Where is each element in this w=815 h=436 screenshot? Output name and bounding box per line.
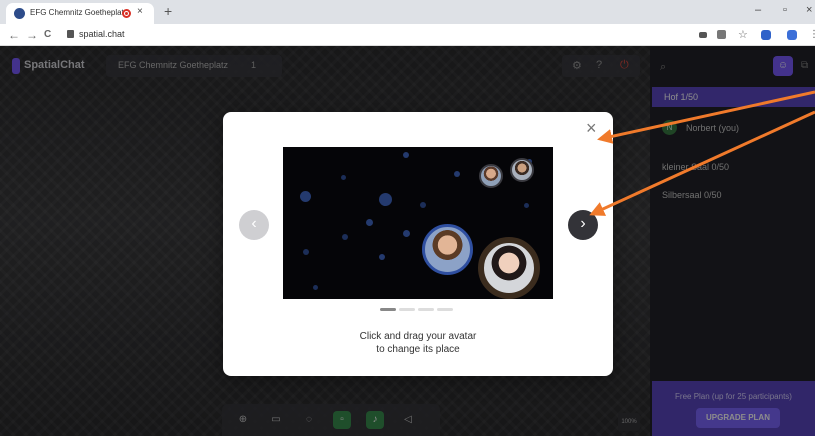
preview-dot bbox=[341, 175, 346, 180]
page-indicator[interactable] bbox=[399, 308, 415, 311]
page-indicator-active[interactable] bbox=[380, 308, 396, 311]
browser-tab-bar: EFG Chemnitz Goetheplatz / × + – ▫ × bbox=[0, 0, 815, 24]
preview-avatar-large bbox=[422, 224, 473, 275]
browser-tab[interactable]: EFG Chemnitz Goetheplatz / × bbox=[6, 3, 154, 24]
preview-dot bbox=[300, 191, 311, 202]
window-close-button[interactable]: × bbox=[806, 4, 812, 16]
back-button[interactable]: ← bbox=[8, 28, 20, 42]
preview-avatar-large bbox=[478, 237, 540, 299]
address-bar: ← → C spatial.chat ☆ ⋮ bbox=[0, 24, 815, 46]
window-minimize-button[interactable]: – bbox=[755, 4, 761, 16]
caption-line-1: Click and drag your avatar bbox=[359, 331, 477, 342]
window-maximize-button[interactable]: ▫ bbox=[783, 4, 787, 16]
previous-slide-button[interactable]: ‹ bbox=[239, 210, 269, 240]
preview-dot bbox=[403, 152, 409, 158]
extension-vpn-icon[interactable] bbox=[787, 30, 797, 40]
preview-dot bbox=[524, 203, 529, 208]
preview-dot bbox=[379, 193, 392, 206]
url-field[interactable]: spatial.chat bbox=[79, 29, 125, 39]
page-indicator[interactable] bbox=[418, 308, 434, 311]
preview-dot bbox=[313, 285, 318, 290]
close-icon[interactable]: × bbox=[586, 119, 597, 137]
new-tab-button[interactable]: + bbox=[164, 3, 172, 19]
preview-dot bbox=[366, 219, 373, 226]
bookmark-star-icon[interactable]: ☆ bbox=[738, 28, 748, 41]
camera-icon[interactable] bbox=[699, 32, 707, 38]
preview-dot bbox=[420, 202, 426, 208]
reload-button[interactable]: C bbox=[44, 29, 51, 40]
preview-dot bbox=[454, 171, 460, 177]
forward-button[interactable]: → bbox=[26, 28, 38, 42]
caption-line-2: to change its place bbox=[376, 344, 460, 355]
browser-menu-icon[interactable]: ⋮ bbox=[809, 29, 815, 40]
preview-dot bbox=[403, 230, 410, 237]
preview-avatar bbox=[510, 158, 534, 182]
recording-icon bbox=[122, 9, 131, 18]
preview-dot bbox=[342, 234, 348, 240]
next-slide-button[interactable]: › bbox=[568, 210, 598, 240]
preview-dot bbox=[379, 254, 385, 260]
extension-shield-icon[interactable] bbox=[761, 30, 771, 40]
preview-dot bbox=[303, 249, 309, 255]
preview-avatar bbox=[479, 164, 503, 188]
slide-caption: Click and drag your avatar to change its… bbox=[223, 330, 613, 356]
tab-title: EFG Chemnitz Goetheplatz / bbox=[30, 8, 126, 17]
page-indicator[interactable] bbox=[437, 308, 453, 311]
lock-icon bbox=[67, 30, 74, 38]
spatialchat-favicon-icon bbox=[14, 8, 25, 19]
tutorial-preview bbox=[283, 147, 553, 299]
tab-close-button[interactable]: × bbox=[137, 6, 143, 17]
translate-icon[interactable] bbox=[717, 30, 726, 39]
